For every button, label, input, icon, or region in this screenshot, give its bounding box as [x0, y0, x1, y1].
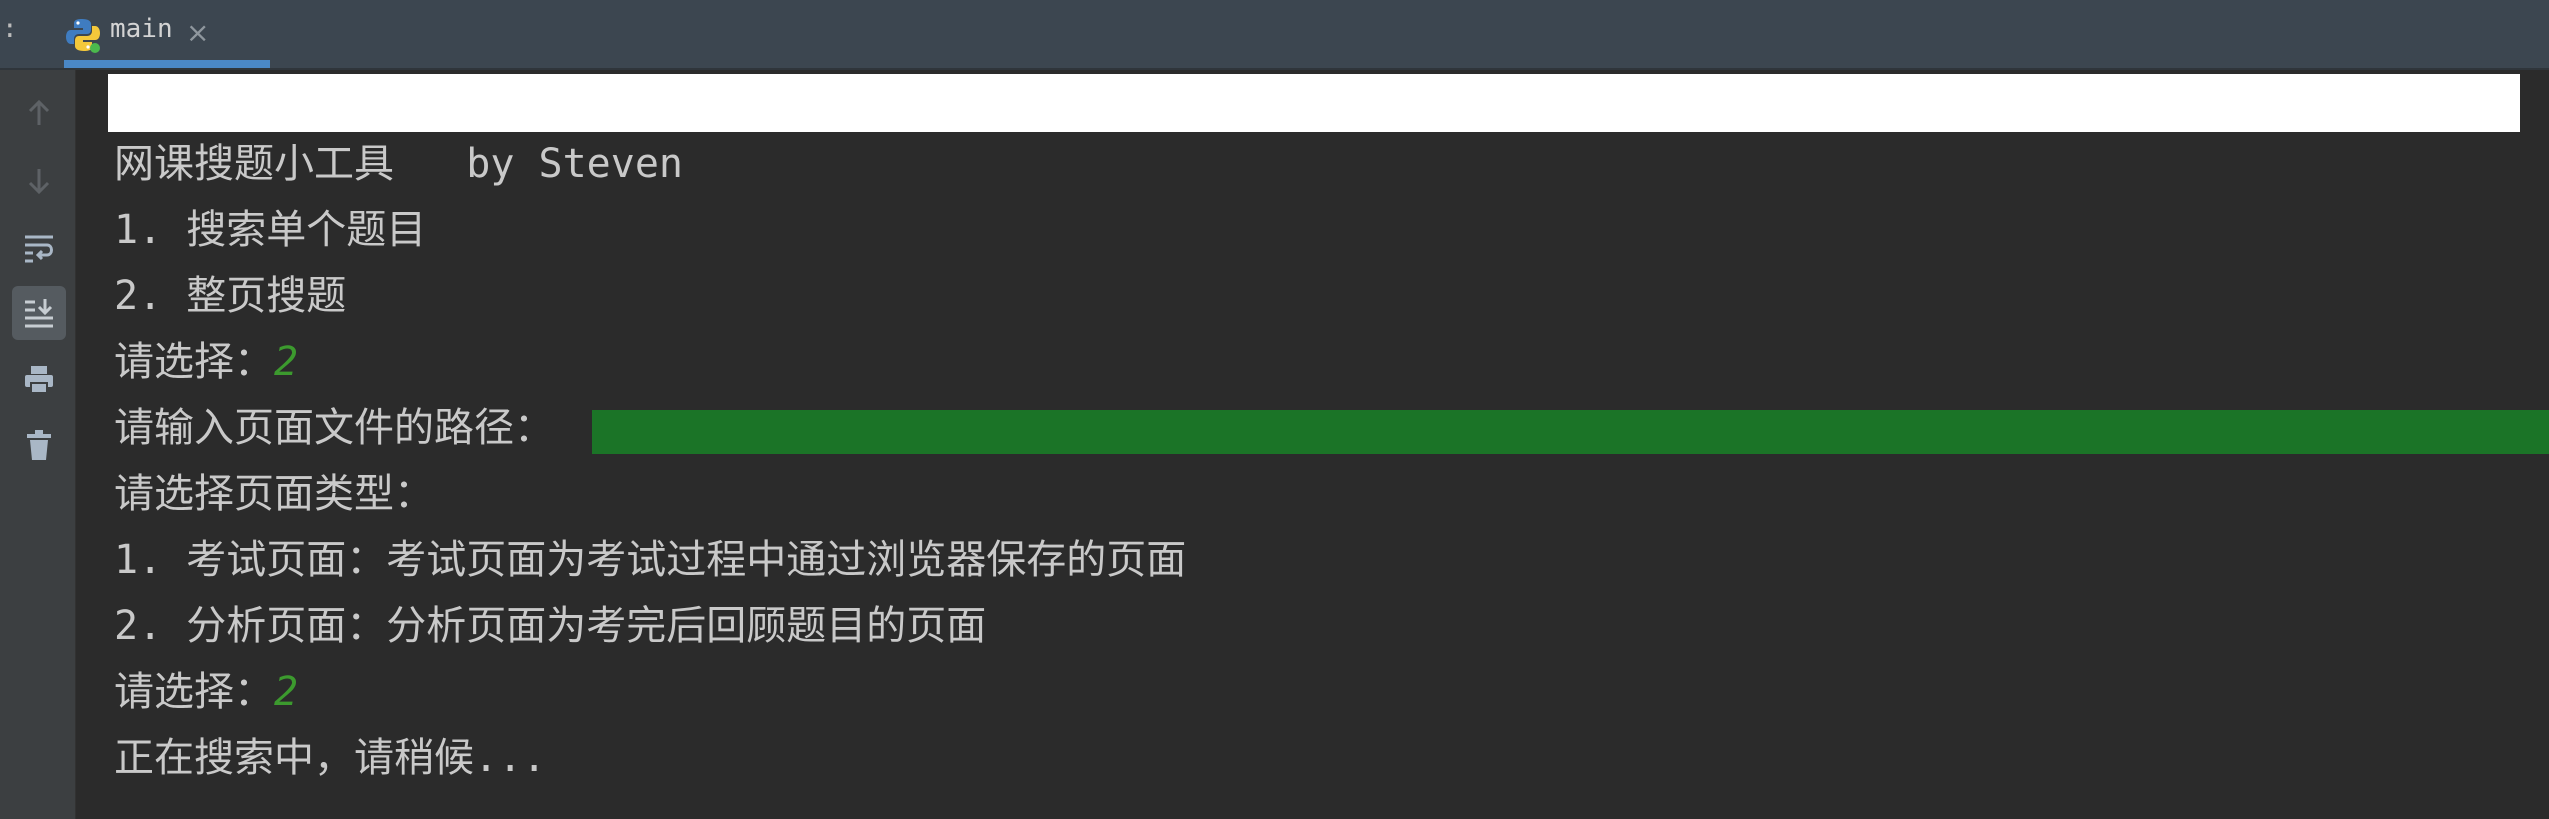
console-toolbar — [0, 70, 76, 819]
soft-wrap-icon[interactable] — [12, 220, 66, 274]
user-input-choice: 2 — [274, 339, 299, 385]
close-icon[interactable]: × — [186, 16, 209, 49]
console-line-searching: 正在搜索中，请稍候... — [114, 735, 547, 781]
print-icon[interactable] — [12, 352, 66, 406]
tabbar-colon: : — [2, 14, 18, 44]
console-line-option-2: 2. 整页搜题 — [114, 273, 347, 319]
active-tab-indicator — [64, 60, 270, 68]
console-line-select-prompt: 请选择：2 — [114, 334, 298, 390]
run-tab-bar: : main × — [0, 0, 2549, 70]
arrow-down-icon[interactable] — [12, 154, 66, 208]
scroll-to-end-icon[interactable] — [12, 286, 66, 340]
arrow-up-icon[interactable] — [12, 86, 66, 140]
tab-main[interactable]: main × — [32, 0, 270, 68]
console-line-type-2: 2. 分析页面：分析页面为考完后回顾题目的页面 — [114, 603, 987, 649]
console-line-path-prompt: 请输入页面文件的路径： — [114, 405, 554, 451]
user-input-choice: 2 — [274, 669, 299, 715]
console-line-type-1: 1. 考试页面：考试页面为考试过程中通过浏览器保存的页面 — [114, 537, 1187, 583]
console-line-type-prompt: 请选择页面类型： — [114, 471, 434, 517]
tab-label: main — [110, 14, 173, 44]
prompt-text: 请选择： — [114, 669, 274, 715]
run-console-window: : main × 网课搜题小工具 by Steven 1. 搜索单个题目 2. … — [0, 0, 2549, 819]
console-line-select-prompt-2: 请选择：2 — [114, 664, 298, 720]
trash-icon[interactable] — [12, 418, 66, 472]
console-line-title: 网课搜题小工具 by Steven — [114, 141, 683, 187]
python-icon — [64, 16, 102, 54]
console-line-option-1: 1. 搜索单个题目 — [114, 207, 427, 253]
console-output[interactable]: 网课搜题小工具 by Steven 1. 搜索单个题目 2. 整页搜题 请选择：… — [76, 70, 2549, 819]
console-header-blank-bar — [108, 74, 2520, 132]
path-input-field[interactable] — [592, 410, 2549, 454]
prompt-text: 请选择： — [114, 339, 274, 385]
